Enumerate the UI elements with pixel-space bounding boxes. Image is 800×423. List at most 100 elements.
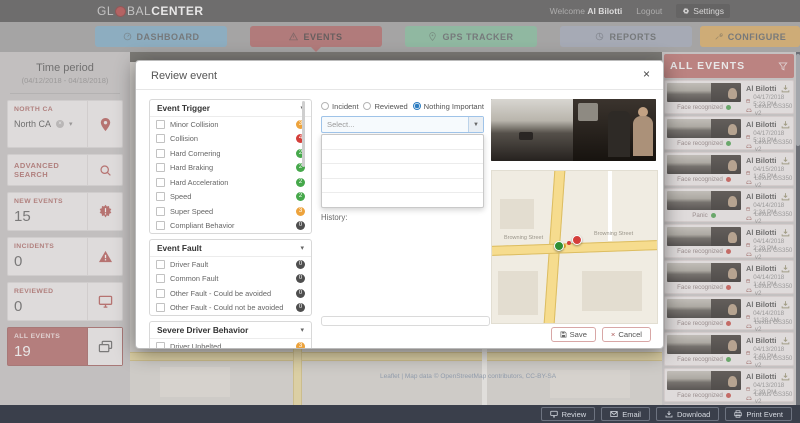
- map-marker-end[interactable]: [572, 235, 582, 245]
- score-option[interactable]: [322, 193, 483, 207]
- section-event-trigger: Event Trigger▾ Minor Collision 3 Collisi…: [149, 99, 312, 234]
- trigger-label: Collision: [170, 134, 296, 143]
- fault-checkbox-row[interactable]: Other Fault - Could not be avoided 0: [150, 301, 311, 316]
- trigger-checkbox-row[interactable]: Hard Acceleration 2: [150, 175, 311, 190]
- score-badge: 0: [296, 274, 305, 283]
- driver-body: [633, 116, 653, 156]
- trigger-label: Hard Cornering: [170, 149, 296, 158]
- radio-icon[interactable]: [413, 102, 421, 110]
- checkbox[interactable]: [156, 303, 165, 312]
- score-badge: 2: [296, 192, 305, 201]
- street-label: Browning Street: [504, 235, 543, 241]
- score-badge: 3: [296, 207, 305, 216]
- radio-label: Incident: [332, 102, 359, 111]
- modal-actions: Save × Cancel: [551, 327, 651, 342]
- select-dropdown-button[interactable]: ▼: [468, 117, 483, 132]
- review-status-radios: Incident Reviewed Nothing Important: [321, 99, 484, 113]
- map-marker-start[interactable]: [554, 241, 564, 251]
- bottom-toolbar: Review Email Download Print Event: [0, 405, 800, 423]
- section-header[interactable]: Event Trigger▾: [150, 100, 311, 117]
- checkbox[interactable]: [156, 178, 165, 187]
- cancel-button[interactable]: × Cancel: [602, 327, 651, 342]
- trigger-label: Hard Acceleration: [170, 178, 296, 187]
- close-icon: ×: [611, 330, 615, 339]
- map-block: [582, 271, 642, 311]
- cabin-window: [578, 103, 598, 121]
- status-radio[interactable]: Nothing Important: [413, 102, 484, 111]
- download-icon: [665, 410, 673, 418]
- score-badge: 0: [296, 289, 305, 298]
- fault-label: Common Fault: [170, 274, 296, 283]
- close-icon[interactable]: ×: [643, 68, 650, 80]
- trigger-checkbox-row[interactable]: Hard Cornering 2: [150, 146, 311, 161]
- save-button[interactable]: Save: [551, 327, 596, 342]
- checkbox[interactable]: [156, 342, 165, 349]
- checkbox[interactable]: [156, 221, 165, 230]
- score-option[interactable]: [322, 179, 483, 194]
- fault-label: Driver Fault: [170, 260, 296, 269]
- divider: [136, 89, 663, 90]
- road-view: [491, 99, 573, 161]
- status-radio[interactable]: Incident: [321, 102, 359, 111]
- checkbox[interactable]: [156, 134, 165, 143]
- trigger-checkbox-row[interactable]: Minor Collision 3: [150, 117, 311, 132]
- review-form-column: Incident Reviewed Nothing Important Sele…: [321, 99, 484, 222]
- chevron-down-icon: ▼: [473, 122, 479, 128]
- trigger-label: Compliant Behavior: [170, 221, 296, 230]
- panel-scrollbar[interactable]: [302, 101, 305, 167]
- checkbox[interactable]: [156, 120, 165, 129]
- chevron-down-icon: ▾: [300, 244, 304, 252]
- section-header[interactable]: Event Fault▾: [150, 240, 311, 257]
- trigger-checkbox-row[interactable]: Super Speed 3: [150, 204, 311, 219]
- section-severe-behavior: Severe Driver Behavior▾ Driver Unbelted …: [149, 321, 312, 349]
- print-event-button[interactable]: Print Event: [725, 407, 792, 421]
- severe-checkbox-row[interactable]: Driver Unbelted 3: [150, 339, 311, 349]
- event-location-map[interactable]: Browning Street Browning Street: [491, 170, 658, 324]
- media-column: Browning Street Browning Street: [491, 99, 656, 324]
- trigger-label: Minor Collision: [170, 120, 296, 129]
- dashcam-photo[interactable]: [491, 99, 656, 161]
- fault-checkbox-row[interactable]: Driver Fault 0: [150, 257, 311, 272]
- event-details-box: [321, 316, 490, 326]
- review-button[interactable]: Review: [541, 407, 596, 421]
- checkbox[interactable]: [156, 149, 165, 158]
- fault-checkbox-row[interactable]: Common Fault 0: [150, 272, 311, 287]
- email-button[interactable]: Email: [601, 407, 650, 421]
- score-select[interactable]: Select... ▼: [321, 116, 484, 133]
- section-event-fault: Event Fault▾ Driver Fault 0 Common Fault…: [149, 239, 312, 316]
- history-label: History:: [321, 213, 484, 222]
- trigger-checkbox-row[interactable]: Collision 4: [150, 132, 311, 147]
- floppy-save-icon: [560, 331, 567, 338]
- trigger-checkbox-row[interactable]: Hard Braking 2: [150, 161, 311, 176]
- map-block: [500, 199, 534, 229]
- checkbox[interactable]: [156, 163, 165, 172]
- trigger-label: Super Speed: [170, 207, 296, 216]
- fault-label: Other Fault - Could be avoided: [170, 289, 296, 298]
- score-option[interactable]: [322, 150, 483, 165]
- status-radio[interactable]: Reviewed: [363, 102, 407, 111]
- section-header[interactable]: Severe Driver Behavior▾: [150, 322, 311, 339]
- score-badge: 0: [296, 221, 305, 230]
- checkbox[interactable]: [156, 207, 165, 216]
- trigger-label: Speed: [170, 192, 296, 201]
- score-badge: 2: [296, 178, 305, 187]
- download-button[interactable]: Download: [656, 407, 719, 421]
- radio-label: Nothing Important: [424, 102, 484, 111]
- score-option[interactable]: [322, 164, 483, 179]
- event-trigger-panel: Event Trigger▾ Minor Collision 3 Collisi…: [149, 99, 312, 349]
- trigger-checkbox-row[interactable]: Compliant Behavior 0: [150, 219, 311, 234]
- score-option[interactable]: [322, 135, 483, 150]
- radio-icon[interactable]: [363, 102, 371, 110]
- select-placeholder: Select...: [322, 120, 468, 129]
- checkbox[interactable]: [156, 192, 165, 201]
- review-event-modal: Review event × Event Trigger▾ Minor Coll…: [135, 60, 664, 349]
- monitor-icon: [550, 410, 558, 418]
- fault-checkbox-row[interactable]: Other Fault - Could be avoided 0: [150, 286, 311, 301]
- checkbox[interactable]: [156, 260, 165, 269]
- radio-icon[interactable]: [321, 102, 329, 110]
- trigger-checkbox-row[interactable]: Speed 2: [150, 190, 311, 205]
- checkbox[interactable]: [156, 289, 165, 298]
- envelope-icon: [610, 410, 618, 418]
- severe-label: Driver Unbelted: [170, 342, 296, 349]
- checkbox[interactable]: [156, 274, 165, 283]
